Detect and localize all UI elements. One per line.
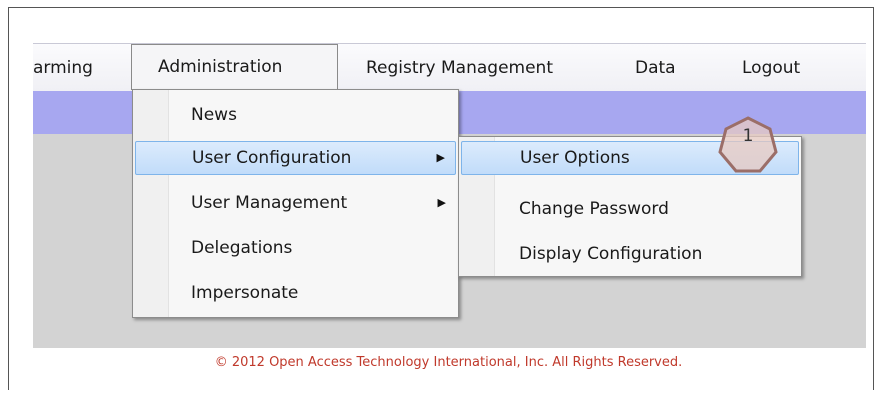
administration-dropdown: News User Configuration ▶ User Managemen… [132,89,459,318]
menu-impersonate-label: Impersonate [191,283,299,303]
callout-number: 1 [742,126,754,146]
copyright-text: © 2012 Open Access Technology Internatio… [214,355,683,370]
menu-item-farming[interactable]: arming [33,44,93,92]
menu-user-options-label: User Options [520,148,630,168]
menu-user-management[interactable]: User Management ▶ [135,186,456,220]
menu-item-logout[interactable]: Logout [742,44,800,92]
menu-item-data[interactable]: Data [635,44,676,92]
menu-item-registry-management[interactable]: Registry Management [366,44,553,92]
menu-user-management-label: User Management [191,193,348,213]
menu-change-password[interactable]: Change Password [461,192,799,226]
menu-user-configuration-label: User Configuration [192,148,352,168]
submenu-arrow-icon: ▶ [436,151,445,164]
menu-user-configuration[interactable]: User Configuration ▶ [135,141,456,175]
menu-display-configuration[interactable]: Display Configuration [461,237,799,271]
copyright-footer: © 2012 Open Access Technology Internatio… [0,355,881,370]
menu-delegations[interactable]: Delegations [135,231,456,265]
menu-impersonate[interactable]: Impersonate [135,276,456,310]
menu-item-administration[interactable]: Administration [131,44,338,90]
main-menubar: arming Administration Registry Managemen… [33,43,866,91]
menu-delegations-label: Delegations [191,238,293,258]
menu-news-label: News [191,105,237,125]
step-callout-badge: 1 [718,116,778,174]
menu-change-password-label: Change Password [519,199,669,219]
submenu-arrow-icon: ▶ [437,196,446,209]
menu-news[interactable]: News [135,98,456,132]
menu-display-configuration-label: Display Configuration [519,244,703,264]
